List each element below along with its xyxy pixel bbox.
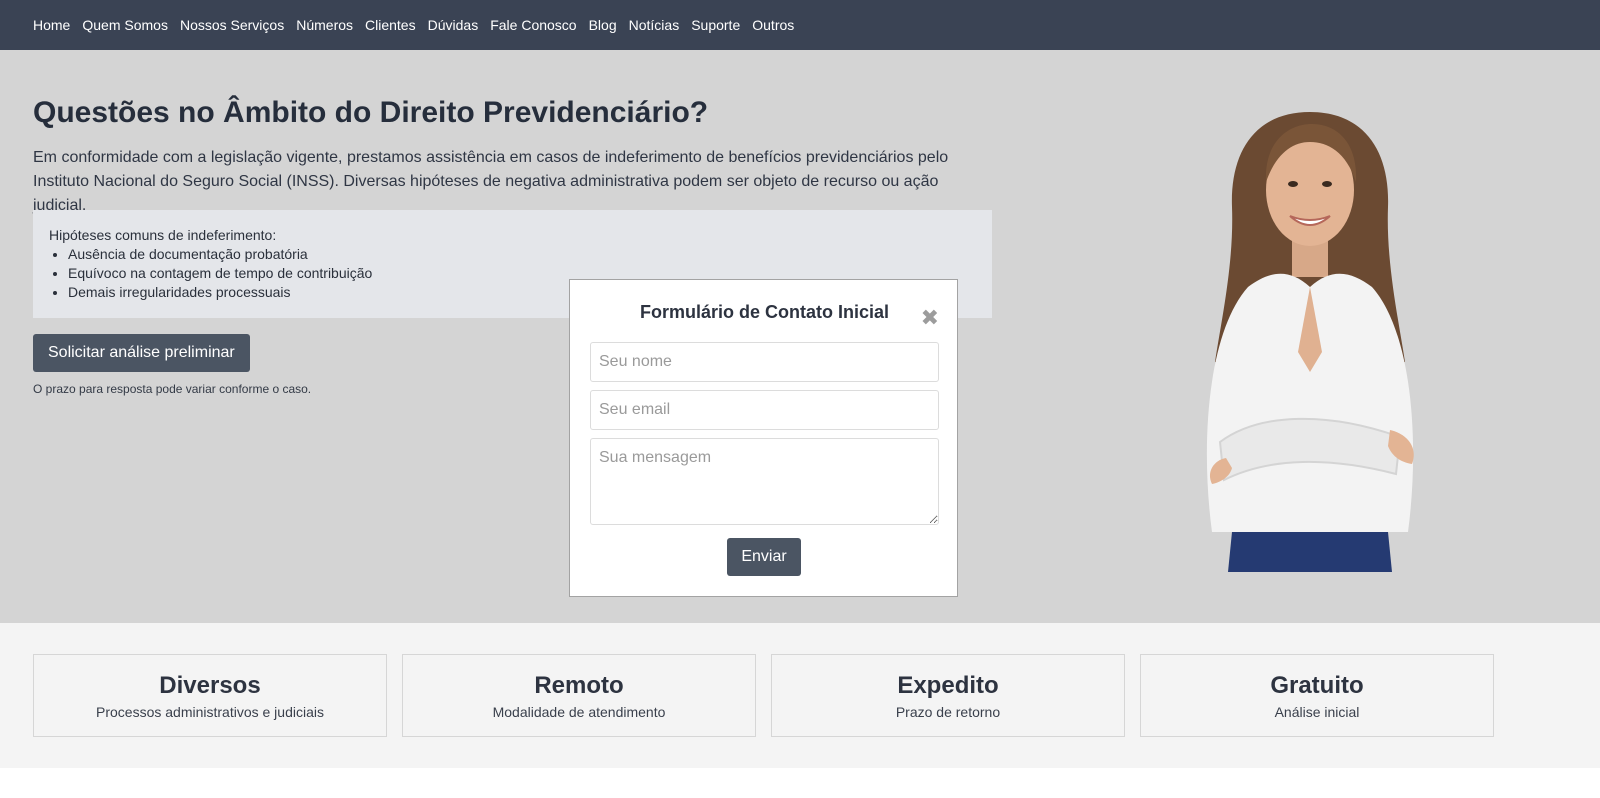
response-time-note: O prazo para resposta pode variar confor… [33,382,312,396]
name-input[interactable] [590,342,939,382]
feature-title: Expedito [897,672,999,699]
page-title: Questões no Âmbito do Direito Previdenci… [33,96,709,129]
close-icon[interactable]: ✖ [921,307,939,329]
list-item: Ausência de documentação probatória [68,245,976,264]
nav-suporte[interactable]: Suporte [691,17,740,33]
feature-title: Diversos [159,672,261,699]
nav-outros[interactable]: Outros [752,17,794,33]
feature-card: Gratuito Análise inicial [1140,654,1494,737]
feature-subtitle: Processos administrativos e judiciais [96,704,324,720]
feature-title: Gratuito [1270,672,1364,699]
feature-card: Remoto Modalidade de atendimento [402,654,756,737]
intro-paragraph: Em conformidade com a legislação vigente… [33,149,949,214]
top-navigation: Home Quem Somos Nossos Serviços Números … [0,0,1600,50]
nav-numeros[interactable]: Números [296,17,353,33]
nav-noticias[interactable]: Notícias [629,17,680,33]
feature-subtitle: Modalidade de atendimento [492,704,666,720]
feature-card: Expedito Prazo de retorno [771,654,1125,737]
feature-subtitle: Prazo de retorno [895,704,1001,720]
lawyer-portrait-image [1206,112,1414,572]
request-analysis-button[interactable]: Solicitar análise preliminar [33,334,250,372]
reasons-heading: Hipóteses comuns de indeferimento: [49,227,277,243]
nav-duvidas[interactable]: Dúvidas [428,17,479,33]
nav-home[interactable]: Home [33,17,70,33]
nav-fale-conosco[interactable]: Fale Conosco [490,17,576,33]
feature-title: Remoto [534,672,624,699]
feature-subtitle: Análise inicial [1274,704,1360,720]
feature-card: Diversos Processos administrativos e jud… [33,654,387,737]
email-input[interactable] [590,390,939,430]
nav-clientes[interactable]: Clientes [365,17,416,33]
submit-button[interactable]: Enviar [727,538,801,576]
nav-nossos-servicos[interactable]: Nossos Serviços [180,17,284,33]
modal-title: Formulário de Contato Inicial [639,302,890,322]
features-section: Diversos Processos administrativos e jud… [0,623,1600,768]
contact-form-modal: Formulário de Contato Inicial ✖ Enviar [569,279,958,597]
message-textarea[interactable] [590,438,939,525]
nav-blog[interactable]: Blog [589,17,617,33]
nav-quem-somos[interactable]: Quem Somos [82,17,168,33]
